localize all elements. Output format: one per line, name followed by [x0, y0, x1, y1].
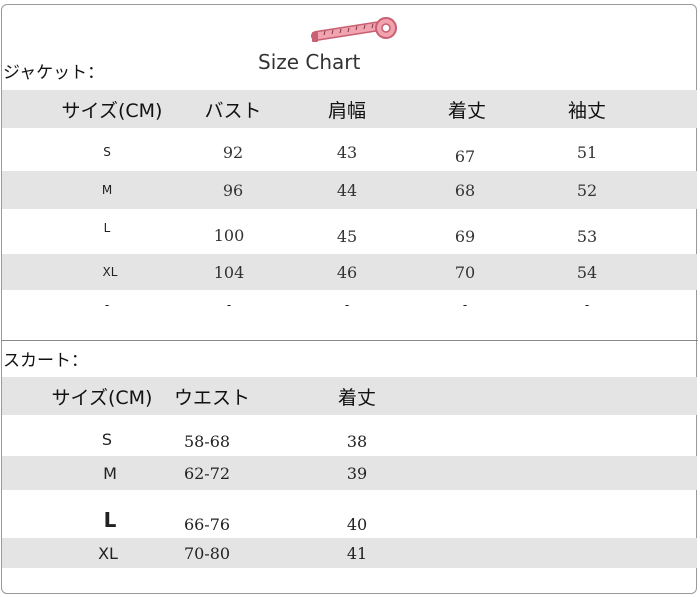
skirt-header-size: サイズ(CM)	[51, 386, 153, 409]
bust-cell: 100	[213, 225, 245, 245]
sleeve-cell: 52	[576, 180, 598, 200]
jacket-header-sleeve: 袖丈	[567, 99, 606, 122]
table-row: XL 104 46 70 54	[2, 254, 697, 290]
shoulder-cell: 46	[336, 262, 358, 282]
shoulder-cell: 45	[336, 226, 358, 246]
waist-cell: 62-72	[183, 463, 231, 483]
skirt-header-waist: ウエスト	[173, 386, 250, 409]
skirt-header-row: サイズ(CM) ウエスト 着丈	[2, 377, 697, 415]
length-cell: 38	[346, 431, 368, 451]
table-row: L 66-76 40	[2, 500, 697, 540]
length-cell: 41	[346, 543, 368, 563]
table-row: S 92 43 67 51	[2, 133, 697, 171]
jacket-header-bust: バスト	[204, 99, 262, 122]
size-cell: M	[103, 463, 117, 483]
bust-cell: 96	[222, 180, 244, 200]
jacket-header-size: サイズ(CM)	[61, 99, 163, 122]
waist-cell: 58-68	[183, 431, 231, 451]
length-cell: 68	[454, 180, 476, 200]
size-cell: XL	[98, 543, 118, 563]
table-row: XL 70-80 41	[2, 538, 697, 568]
measuring-tape-icon	[311, 17, 397, 42]
bust-cell: 104	[213, 262, 245, 282]
size-cell: XL	[102, 265, 118, 279]
bust-cell: -	[226, 298, 232, 312]
jacket-header-shoulder: 肩幅	[327, 99, 366, 122]
size-cell: S	[101, 429, 113, 449]
table-row: M 96 44 68 52	[2, 171, 697, 209]
jacket-header-row: サイズ(CM) バスト 肩幅 着丈 袖丈	[2, 90, 697, 128]
size-cell: M	[101, 183, 113, 197]
waist-cell: 70-80	[183, 543, 231, 563]
size-chart-title: Size Chart	[258, 50, 361, 74]
table-row: L 100 45 69 53	[2, 212, 697, 254]
shoulder-cell: 44	[336, 180, 358, 200]
skirt-section-label: スカート：	[3, 351, 88, 371]
sleeve-cell: 53	[576, 226, 598, 246]
sleeve-cell: 54	[576, 262, 598, 282]
table-row: S 58-68 38	[2, 422, 697, 456]
skirt-header-length: 着丈	[337, 386, 376, 409]
section-divider	[1, 340, 698, 341]
length-cell: 70	[454, 262, 476, 282]
length-cell: 40	[346, 514, 368, 534]
length-cell: 69	[454, 226, 476, 246]
size-cell: -	[104, 298, 110, 312]
length-cell: 67	[454, 146, 476, 166]
length-cell: -	[462, 298, 468, 312]
shoulder-cell: -	[344, 298, 350, 312]
size-cell: S	[103, 145, 111, 159]
table-row: - - - - -	[2, 290, 697, 320]
waist-cell: 66-76	[183, 514, 231, 534]
size-cell: L	[103, 508, 117, 532]
jacket-header-length: 着丈	[447, 99, 486, 122]
jacket-section-label: ジャケット：	[3, 63, 105, 83]
bust-cell: 92	[222, 142, 244, 162]
sleeve-cell: -	[584, 298, 590, 312]
size-cell: L	[103, 221, 111, 235]
length-cell: 39	[346, 463, 368, 483]
table-row: M 62-72 39	[2, 456, 697, 490]
sleeve-cell: 51	[576, 142, 598, 162]
shoulder-cell: 43	[336, 142, 358, 162]
